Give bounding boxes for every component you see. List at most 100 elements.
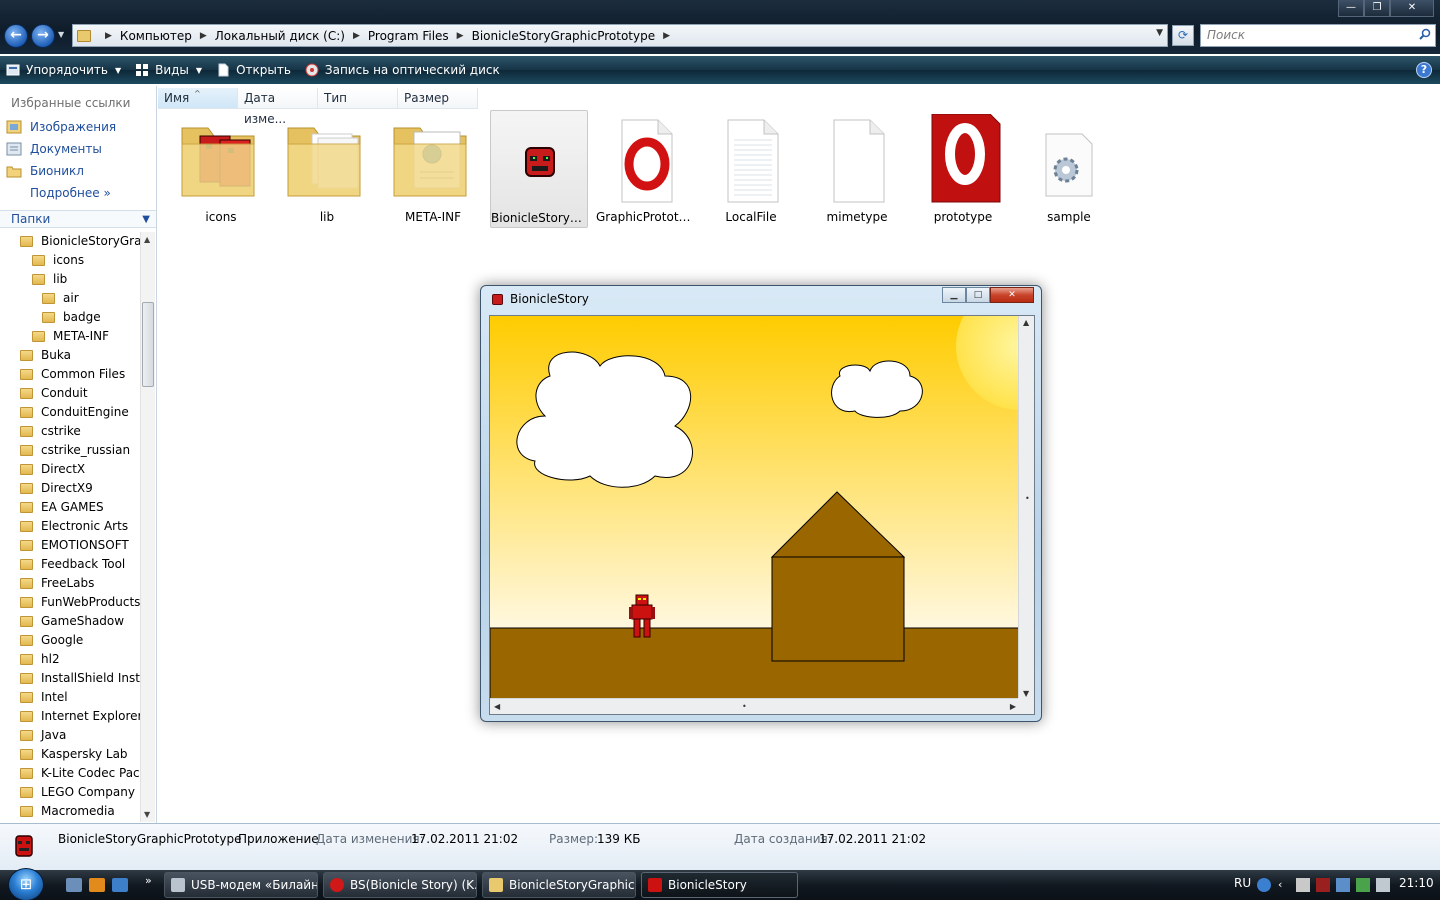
search-icon[interactable] [1419,28,1431,40]
tree-folder[interactable]: Common Files [20,365,125,383]
app-close-button[interactable]: ✕ [990,287,1034,303]
breadcrumb-current-folder[interactable]: BionicleStoryGraphicPrototype [472,29,656,43]
tree-folder[interactable]: Google [20,631,83,649]
chevron-right-icon[interactable]: ▶ [105,31,112,41]
column-date[interactable]: Дата изме... [238,88,318,126]
tree-folder[interactable]: hl2 [20,650,60,668]
app-minimize-button[interactable]: ▁ [942,287,966,303]
file-item[interactable]: LocalFile [702,110,800,228]
volume-icon[interactable] [1376,878,1390,892]
file-item[interactable]: lib [278,110,376,228]
tree-folder[interactable]: InstallShield Installation Information [20,669,140,687]
game-stage[interactable]: ▲ • ▼ ◀ • ▶ [489,315,1035,715]
close-button[interactable]: ✕ [1390,0,1434,17]
clock[interactable]: 21:10 [1399,876,1434,890]
breadcrumb-program-files[interactable]: Program Files [368,29,449,43]
tree-folder[interactable]: DirectX9 [20,479,93,497]
scroll-down-icon[interactable]: ▼ [144,810,150,819]
switch-windows-icon[interactable] [112,878,128,892]
folders-toggle[interactable]: Папки ▼ [0,210,156,228]
more-favorites-link[interactable]: Подробнее » [30,186,111,200]
scroll-right-icon[interactable]: ▶ [1010,702,1016,711]
start-button[interactable]: ⊞ [8,868,44,900]
tree-folder[interactable]: cstrike [20,422,81,440]
scroll-thumb[interactable] [142,302,154,387]
column-size[interactable]: Размер [398,88,478,109]
tree-folder[interactable]: cstrike_russian [20,441,130,459]
tree-folder[interactable]: FreeLabs [20,574,94,592]
taskbar-item-explorer[interactable]: BionicleStoryGraphicPrototype [482,872,636,898]
tree-folder[interactable]: META-INF [32,327,109,345]
breadcrumb-drive-c[interactable]: Локальный диск (C:) [215,29,345,43]
address-dropdown-icon[interactable]: ▼ [1156,28,1163,38]
tree-folder[interactable]: Internet Explorer [20,707,140,725]
scroll-down-icon[interactable]: ▼ [1023,689,1029,698]
history-dropdown-icon[interactable]: ▼ [58,30,64,39]
kaspersky-icon[interactable] [1316,878,1330,892]
tree-folder[interactable]: LEGO Company [20,783,135,801]
open-button[interactable]: Открыть [216,63,291,77]
tree-folder[interactable]: Kaspersky Lab [20,745,128,763]
app-maximize-button[interactable]: □ [966,287,990,303]
search-input[interactable]: Поиск [1200,24,1436,47]
folder-tree-scrollbar[interactable]: ▲ ▼ [140,232,155,822]
scroll-up-icon[interactable]: ▲ [1023,318,1029,327]
refresh-button[interactable]: ⟳ [1172,25,1194,46]
taskbar-item-opera[interactable]: BS(Bionicle Story) (K... [323,872,477,898]
show-desktop-icon[interactable] [66,878,82,892]
burn-disc-button[interactable]: Запись на оптический диск [305,63,500,77]
tree-folder[interactable]: Feedback Tool [20,555,125,573]
tree-folder[interactable]: Electronic Arts [20,517,128,535]
minimize-button[interactable]: — [1338,0,1364,17]
chevron-right-icon[interactable]: ▶ [457,31,464,41]
chevron-right-icon[interactable]: ▶ [200,31,207,41]
antivirus-icon[interactable] [1356,878,1370,892]
tree-folder[interactable]: lib [32,270,67,288]
tree-folder[interactable]: FunWebProducts [20,593,140,611]
address-bar[interactable]: ▶ Компьютер ▶ Локальный диск (C:) ▶ Prog… [72,24,1168,47]
tree-folder[interactable]: GameShadow [20,612,124,630]
file-item[interactable]: META-INF [384,110,482,228]
views-button[interactable]: Виды ▼ [135,63,202,77]
forward-button[interactable]: → [31,24,55,48]
help-icon[interactable]: ? [1416,62,1432,78]
tree-folder[interactable]: K-Lite Codec Pack [20,764,140,782]
taskbar-item-bionicle-story[interactable]: BionicleStory [641,872,798,898]
tree-folder[interactable]: EMOTIONSOFT [20,536,129,554]
file-item[interactable]: prototype [914,110,1012,228]
network-icon[interactable] [1336,878,1350,892]
tree-folder[interactable]: Java [20,726,66,744]
favorite-pictures[interactable]: Изображения [6,118,116,136]
file-item[interactable]: GraphicPrototype [596,110,694,228]
quick-launch-more-icon[interactable]: » [145,874,152,887]
file-item[interactable]: BionicleStoryGraphicPrototype [490,110,589,228]
file-item[interactable]: sample [1020,110,1118,228]
tree-folder[interactable]: Buka [20,346,71,364]
scroll-up-icon[interactable]: ▲ [144,235,150,244]
tree-folder[interactable]: BionicleStoryGraphicPrototype [20,232,140,250]
media-player-icon[interactable] [89,878,105,892]
tree-folder[interactable]: Intel [20,688,68,706]
chevron-right-icon[interactable]: ▶ [353,31,360,41]
tree-folder[interactable]: ConduitEngine [20,403,129,421]
column-name[interactable]: ^ Имя [158,88,238,109]
favorite-bionicle[interactable]: Бионикл [6,162,84,180]
file-item[interactable]: mimetype [808,110,906,228]
chevron-left-icon[interactable]: ‹ [1278,878,1292,892]
maximize-button[interactable]: ❐ [1364,0,1390,17]
help-tray-icon[interactable] [1257,878,1271,892]
tree-folder[interactable]: icons [32,251,84,269]
organize-button[interactable]: Упорядочить ▼ [6,63,121,77]
chevron-right-icon[interactable]: ▶ [663,31,670,41]
language-indicator[interactable]: RU [1234,876,1251,890]
tree-folder[interactable]: Macromedia [20,802,115,820]
column-type[interactable]: Тип [318,88,398,109]
tree-folder[interactable]: air [42,289,79,307]
stage-horizontal-scrollbar[interactable]: ◀ • ▶ [490,698,1020,714]
tree-folder[interactable]: DirectX [20,460,85,478]
scroll-left-icon[interactable]: ◀ [494,702,500,711]
tree-folder[interactable]: Conduit [20,384,88,402]
favorite-documents[interactable]: Документы [6,140,102,158]
taskbar-item-usb-modem[interactable]: USB-модем «Билайн» [164,872,318,898]
stage-vertical-scrollbar[interactable]: ▲ • ▼ [1018,316,1034,700]
